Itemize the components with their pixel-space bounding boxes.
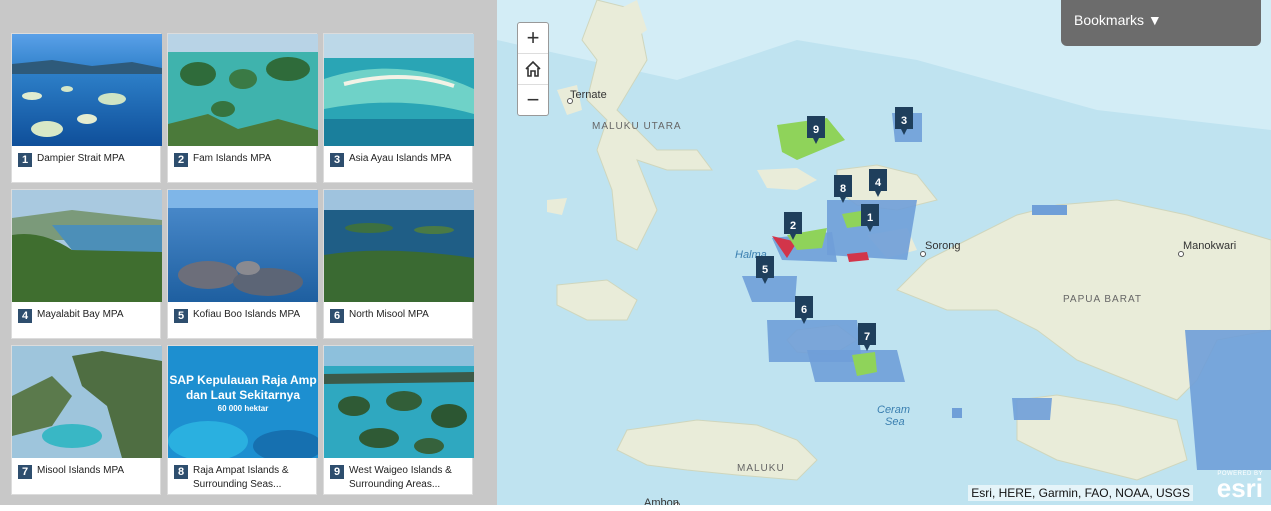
home-button[interactable] <box>518 53 548 84</box>
asia-ayau-photo <box>324 34 474 146</box>
marker-label: 4 <box>875 177 882 189</box>
card-number: 7 <box>18 465 32 479</box>
west-waigeo-photo <box>324 346 474 458</box>
bottom-bar <box>0 505 1271 511</box>
card-number: 1 <box>18 153 32 167</box>
card-title: Asia Ayau Islands MPA <box>349 153 452 164</box>
card-title: Raja Ampat Islands & Surrounding Seas... <box>193 465 289 490</box>
card-raja-ampat[interactable]: SAP Kepulauan Raja Amp dan Laut Sekitarn… <box>167 345 318 495</box>
basemap[interactable]: Ternate MALUKU UTARA Halma Sorong Manokw… <box>497 0 1271 505</box>
bookmarks-button[interactable]: Bookmarks ▼ <box>1061 0 1261 46</box>
card-number: 8 <box>174 465 188 479</box>
card-mayalabit-bay[interactable]: 4 Mayalabit Bay MPA <box>11 189 162 339</box>
marker-label: 6 <box>801 304 807 316</box>
poster-line-2: dan Laut Sekitarnya <box>186 388 300 402</box>
label-ternate: Ternate <box>570 89 607 101</box>
esri-logo[interactable]: POWERED BY esri <box>1216 471 1263 503</box>
mpa-gallery: 1 Dampier Strait MPA 2 Fam Islands MPA 3 As <box>0 0 497 511</box>
card-west-waigeo[interactable]: 9 West Waigeo Islands & Surrounding Areas… <box>323 345 474 495</box>
label-sea: Sea <box>885 416 905 428</box>
card-title: Dampier Strait MPA <box>37 153 125 164</box>
label-ambon: Ambon <box>644 497 679 505</box>
marker-label: 5 <box>762 264 768 276</box>
zoom-out-button[interactable]: − <box>518 84 548 115</box>
home-icon <box>525 60 541 77</box>
card-number: 4 <box>18 309 32 323</box>
marker-label: 9 <box>813 124 819 136</box>
card-kofiau-boo[interactable]: 5 Kofiau Boo Islands MPA <box>167 189 318 339</box>
card-title: North Misool MPA <box>349 309 429 320</box>
label-manokwari: Manokwari <box>1183 240 1236 252</box>
esri-logo-text: esri <box>1216 473 1263 503</box>
card-number: 9 <box>330 465 344 479</box>
card-title: Mayalabit Bay MPA <box>37 309 124 320</box>
card-north-misool[interactable]: 6 North Misool MPA <box>323 189 474 339</box>
zoom-controls: + − <box>517 22 549 116</box>
card-number: 6 <box>330 309 344 323</box>
marker-label: 3 <box>901 115 907 127</box>
marker-label: 8 <box>840 183 846 195</box>
card-number: 2 <box>174 153 188 167</box>
card-title: Fam Islands MPA <box>193 153 272 164</box>
card-number: 5 <box>174 309 188 323</box>
dampier-strait-photo <box>12 34 162 146</box>
label-maluku: MALUKU <box>737 463 785 474</box>
misool-islands-photo <box>12 346 162 458</box>
north-misool-photo <box>324 190 474 302</box>
label-papua-barat: PAPUA BARAT <box>1063 294 1142 305</box>
card-title: West Waigeo Islands & Surrounding Areas.… <box>349 465 452 490</box>
zoom-in-button[interactable]: + <box>518 23 548 53</box>
card-number: 3 <box>330 153 344 167</box>
map-view[interactable]: Ternate MALUKU UTARA Halma Sorong Manokw… <box>497 0 1271 505</box>
marker-label: 1 <box>867 212 873 224</box>
map-attribution: Esri, HERE, Garmin, FAO, NOAA, USGS <box>968 485 1193 501</box>
marker-label: 7 <box>864 331 870 343</box>
label-maluku-utara: MALUKU UTARA <box>592 121 682 132</box>
card-fam-islands[interactable]: 2 Fam Islands MPA <box>167 33 318 183</box>
raja-ampat-poster: SAP Kepulauan Raja Amp dan Laut Sekitarn… <box>168 346 318 458</box>
card-title: Misool Islands MPA <box>37 465 125 476</box>
mayalabit-bay-photo <box>12 190 162 302</box>
card-dampier-strait[interactable]: 1 Dampier Strait MPA <box>11 33 162 183</box>
label-ceram: Ceram <box>877 404 910 416</box>
card-misool-islands[interactable]: 7 Misool Islands MPA <box>11 345 162 495</box>
label-sorong: Sorong <box>925 240 960 252</box>
fam-islands-photo <box>168 34 318 146</box>
poster-line-3: 60 000 hektar <box>218 404 269 413</box>
poster-line-1: SAP Kepulauan Raja Amp <box>169 373 316 387</box>
card-asia-ayau[interactable]: 3 Asia Ayau Islands MPA <box>323 33 474 183</box>
card-title: Kofiau Boo Islands MPA <box>193 309 301 320</box>
kofiau-boo-photo <box>168 190 318 302</box>
marker-label: 2 <box>790 220 796 232</box>
